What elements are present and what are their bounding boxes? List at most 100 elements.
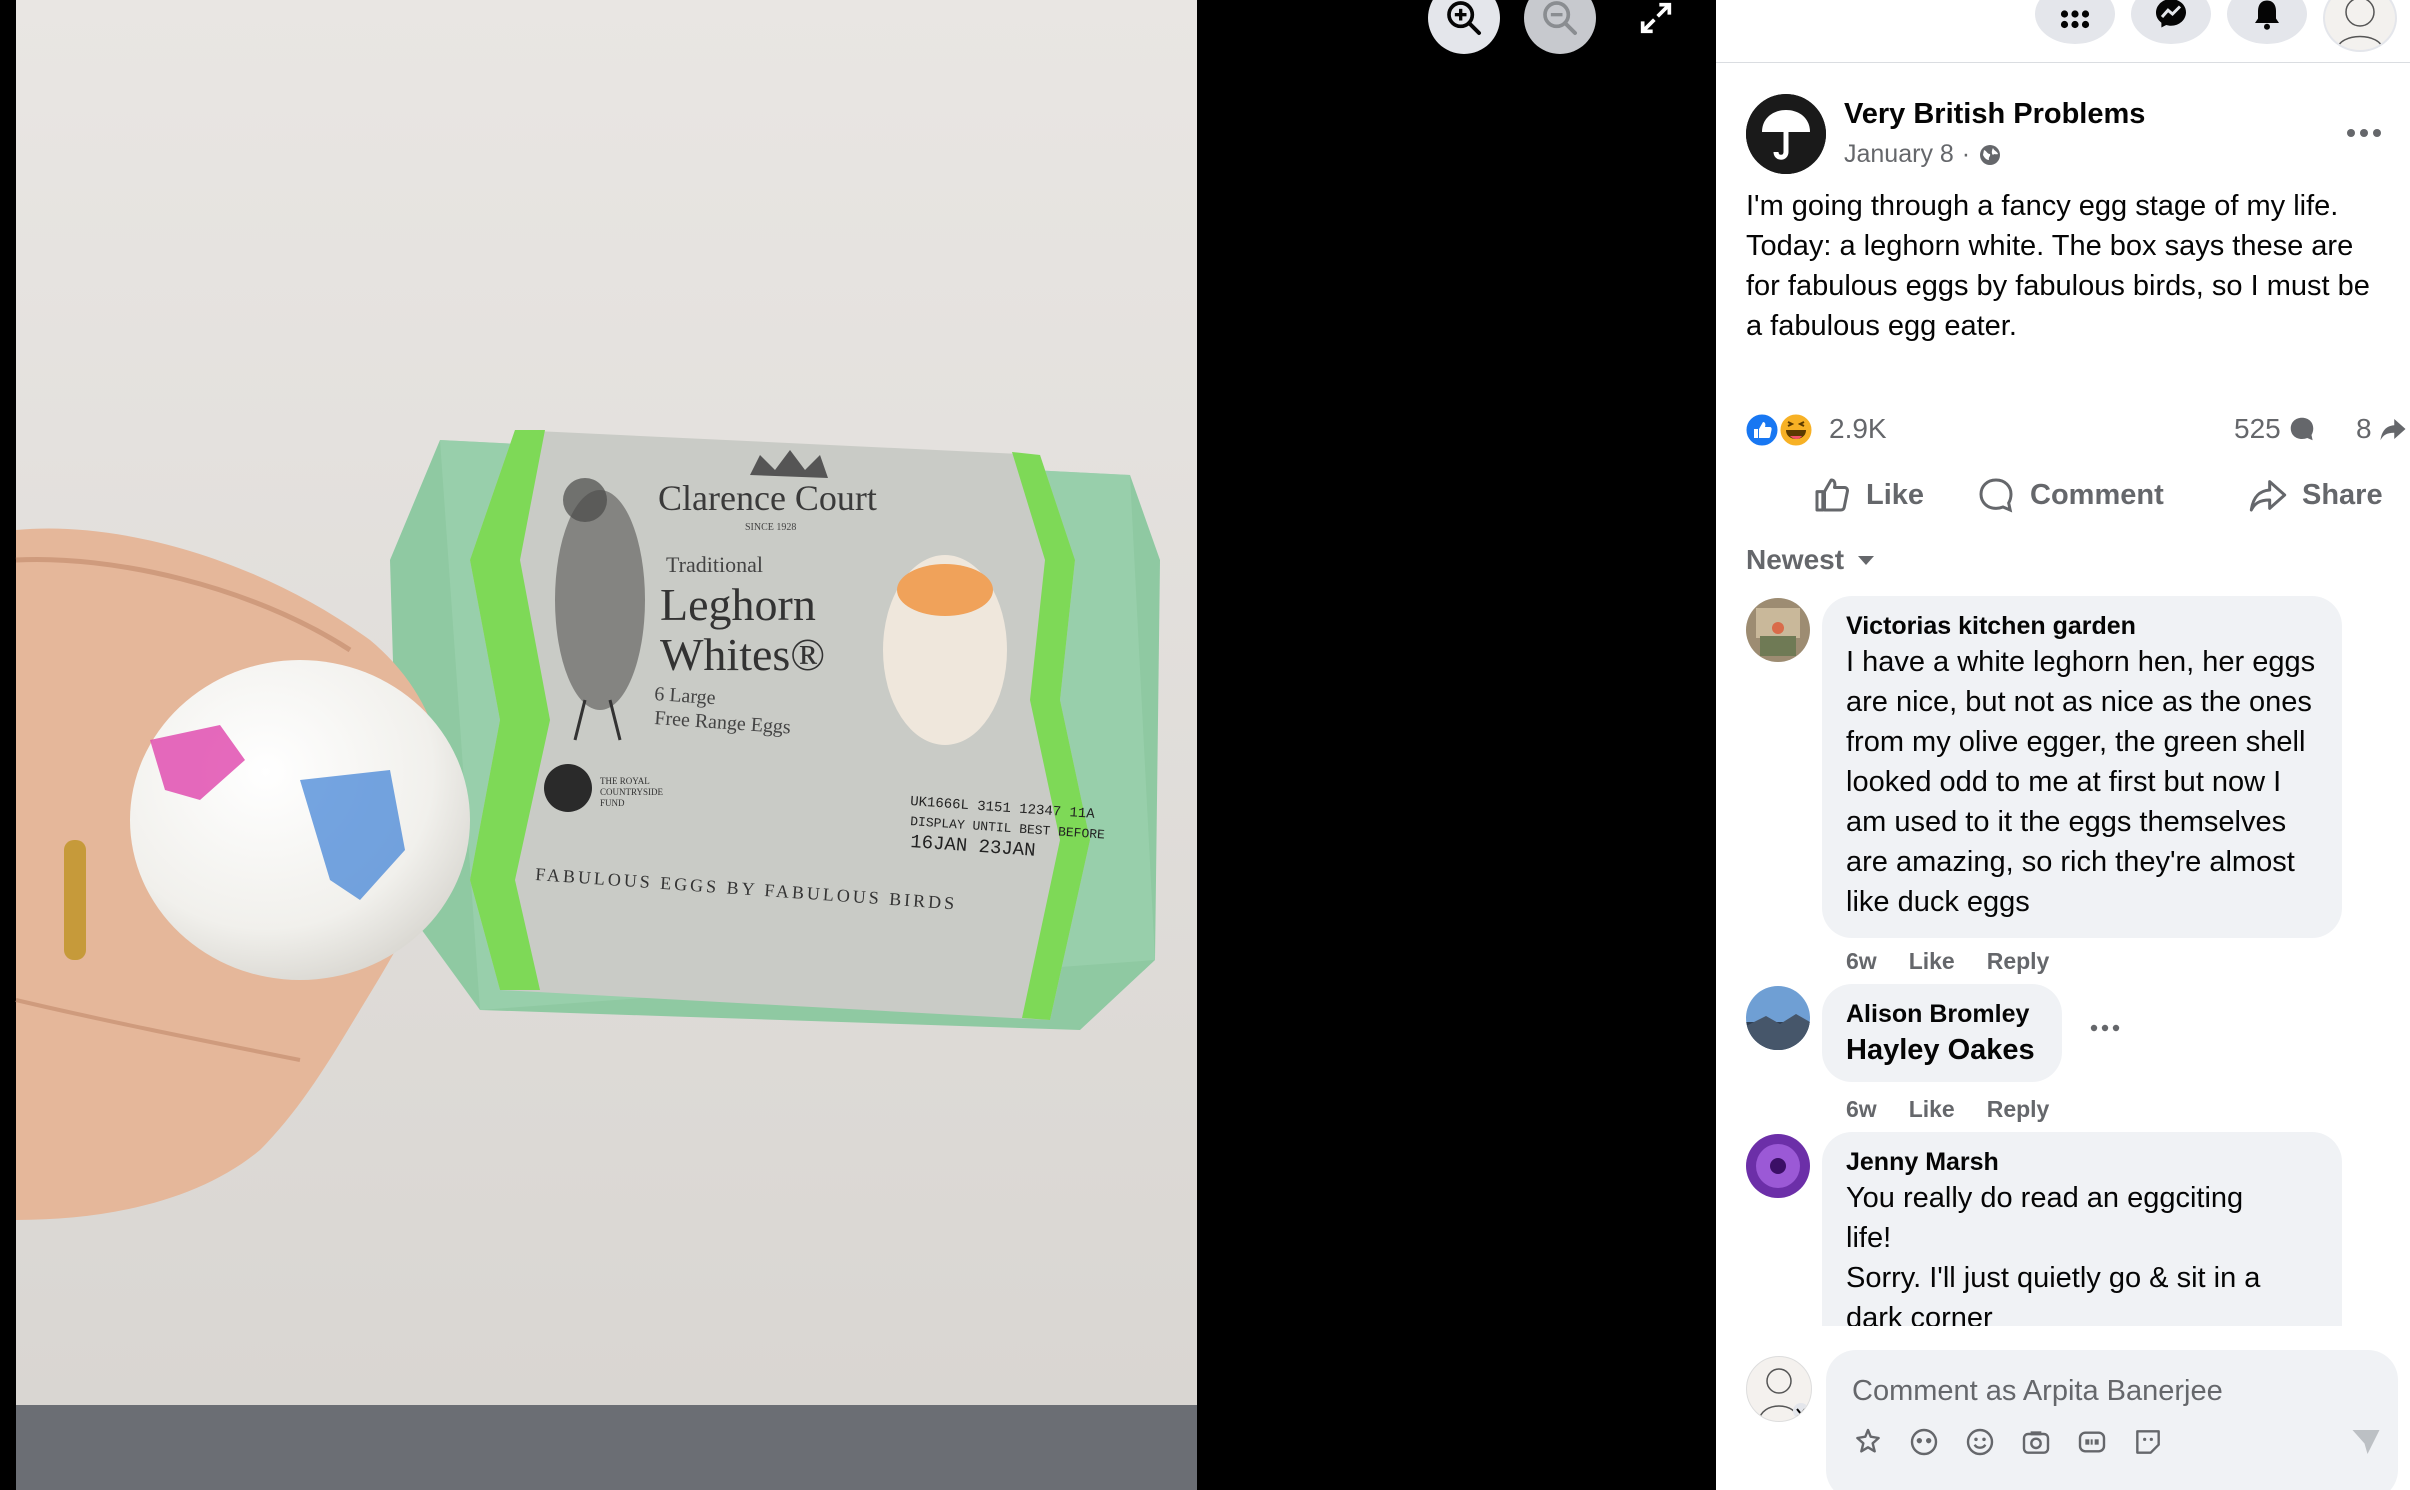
camera-icon — [2022, 1431, 2050, 1454]
royal-fund-logo — [544, 764, 592, 812]
send-comment-button[interactable] — [2348, 1424, 2384, 1460]
globe-icon — [1980, 144, 2001, 165]
user-sketch-avatar — [1758, 1368, 1809, 1421]
comment-text-line: You really do read an eggciting — [1846, 1182, 2244, 1214]
notifications-button[interactable] — [2227, 0, 2307, 44]
comment-like-link[interactable]: Like — [1909, 948, 1955, 975]
thumbs-up-icon — [1815, 478, 1849, 512]
photo-since-text: SINCE 1928 — [745, 522, 796, 533]
comment-list: Victorias kitchen garden I have a white … — [1716, 596, 2410, 1326]
post-meta: January 8 · — [1844, 140, 2002, 169]
photo-desc-line1: 6 Large — [654, 683, 717, 709]
like-button[interactable]: Like — [1812, 462, 1924, 528]
mentioned-user[interactable]: Hayley Oakes — [1846, 1030, 2038, 1070]
menu-button[interactable] — [2035, 0, 2115, 44]
umbrella-logo-icon — [1746, 94, 1826, 174]
ring — [64, 840, 86, 960]
post-text: I'm going through a fancy egg stage of m… — [1746, 190, 2370, 342]
post-options-button[interactable] — [2334, 118, 2394, 148]
comment-bubble: Jenny Marsh You really do read an eggcit… — [1822, 1132, 2342, 1326]
like-label: Like — [1866, 478, 1925, 511]
post-header: Very British Problems January 8 · — [1746, 94, 2386, 174]
bell-icon — [2255, 0, 2279, 30]
page-avatar[interactable] — [1746, 94, 1826, 174]
photo-button[interactable] — [2018, 1424, 2054, 1460]
commenter-avatar[interactable] — [1746, 1134, 1810, 1198]
comment-like-link[interactable]: Like — [1909, 1096, 1955, 1123]
comment-bubble: Victorias kitchen garden I have a white … — [1822, 596, 2342, 938]
photo-product-line1: Leghorn — [660, 579, 816, 630]
zoom-in-icon — [1447, 1, 1481, 35]
page-name[interactable]: Very British Problems — [1844, 98, 2145, 131]
commenter-avatar[interactable] — [1746, 598, 1810, 662]
share-count[interactable]: 8 — [2356, 413, 2408, 445]
comment-sort-dropdown[interactable]: Newest — [1746, 544, 1876, 576]
comment-input[interactable] — [1850, 1368, 2374, 1414]
zoom-out-button[interactable] — [1524, 0, 1596, 54]
white-egg — [130, 660, 470, 980]
comment-reply-link[interactable]: Reply — [1987, 948, 2050, 975]
comment-button[interactable]: Comment — [1976, 462, 2164, 528]
messenger-icon — [2156, 0, 2186, 28]
comment-box — [1826, 1350, 2398, 1490]
comment-author[interactable]: Victorias kitchen garden — [1846, 610, 2318, 642]
comment-count-number: 525 — [2234, 413, 2281, 444]
caret-down-icon — [1858, 556, 1875, 565]
account-avatar[interactable] — [2323, 0, 2397, 52]
comment-time[interactable]: 6w — [1846, 1096, 1877, 1123]
top-nav-bar — [1716, 0, 2410, 63]
comment-time[interactable]: 6w — [1846, 948, 1877, 975]
gif-icon — [2078, 1431, 2106, 1453]
user-sketch-avatar — [2336, 0, 2384, 50]
share-label: Share — [2302, 478, 2383, 511]
comment-actions: 6w Like Reply — [1846, 948, 2049, 975]
avatar-sticker-button[interactable] — [1850, 1424, 1886, 1460]
comment-bubble: Alison Bromley Hayley Oakes — [1822, 984, 2062, 1082]
post-date[interactable]: January 8 — [1844, 140, 1954, 169]
comment-options-button[interactable] — [2090, 1020, 2120, 1038]
gif-mask-button[interactable] — [1906, 1424, 1942, 1460]
photo-traditional-text: Traditional — [666, 552, 763, 577]
comment-author[interactable]: Jenny Marsh — [1846, 1146, 2318, 1178]
photo-fund-line1: THE ROYAL — [600, 776, 650, 786]
expand-icon — [1640, 2, 1672, 34]
emoji-button[interactable] — [1962, 1424, 1998, 1460]
reaction-icons[interactable] — [1743, 410, 1824, 450]
photo-fund-line3: FUND — [600, 798, 625, 808]
photo-viewer: Clarence Court SINCE 1928 Traditional Le… — [0, 0, 1716, 1490]
gif-button[interactable] — [2074, 1424, 2110, 1460]
comment-author[interactable]: Alison Bromley — [1846, 998, 2038, 1030]
emoji-icon — [1966, 1428, 1994, 1456]
comment-composer — [1716, 1326, 2410, 1490]
composer-tools — [1850, 1424, 2166, 1460]
avatar-sticker-icon — [1856, 1428, 1880, 1453]
comment-label: Comment — [2030, 478, 2164, 511]
comment-actions: 6w Like Reply — [1846, 1096, 2049, 1123]
like-reaction-icon — [1743, 411, 1781, 449]
post-photo[interactable]: Clarence Court SINCE 1928 Traditional Le… — [0, 0, 1197, 1490]
share-button[interactable]: Share — [2248, 462, 2383, 528]
mask-icon — [1910, 1428, 1938, 1456]
meta-separator: · — [1961, 140, 1971, 168]
haha-reaction-icon — [1777, 411, 1815, 449]
share-arrow-icon — [2380, 419, 2406, 441]
zoom-in-button[interactable] — [1428, 0, 1500, 54]
sticker-button[interactable] — [2130, 1424, 2166, 1460]
post-panel: Very British Problems January 8 · I'm go… — [1716, 0, 2410, 1490]
sticker-icon — [2136, 1430, 2160, 1454]
reaction-count[interactable]: 2.9K — [1829, 413, 1887, 445]
comment-reply-link[interactable]: Reply — [1987, 1096, 2050, 1123]
fullscreen-button[interactable] — [1620, 0, 1692, 54]
more-dots-icon — [2090, 1024, 2120, 1032]
commenter-avatar[interactable] — [1746, 986, 1810, 1050]
composer-avatar[interactable] — [1746, 1356, 1812, 1422]
comment-icon — [1979, 478, 2013, 513]
grid-menu-icon — [2060, 10, 2090, 29]
send-icon — [2352, 1430, 2380, 1454]
comment-text-line: Sorry. I'll just quietly go & sit in a — [1846, 1262, 2261, 1294]
comment-text-line: dark corner — [1846, 1302, 1993, 1326]
reactions-summary: 2.9K 525 8 — [1743, 408, 2406, 450]
photo-product-line2: Whites® — [660, 629, 825, 680]
messenger-button[interactable] — [2131, 0, 2211, 44]
comment-count[interactable]: 525 — [2234, 413, 2317, 445]
